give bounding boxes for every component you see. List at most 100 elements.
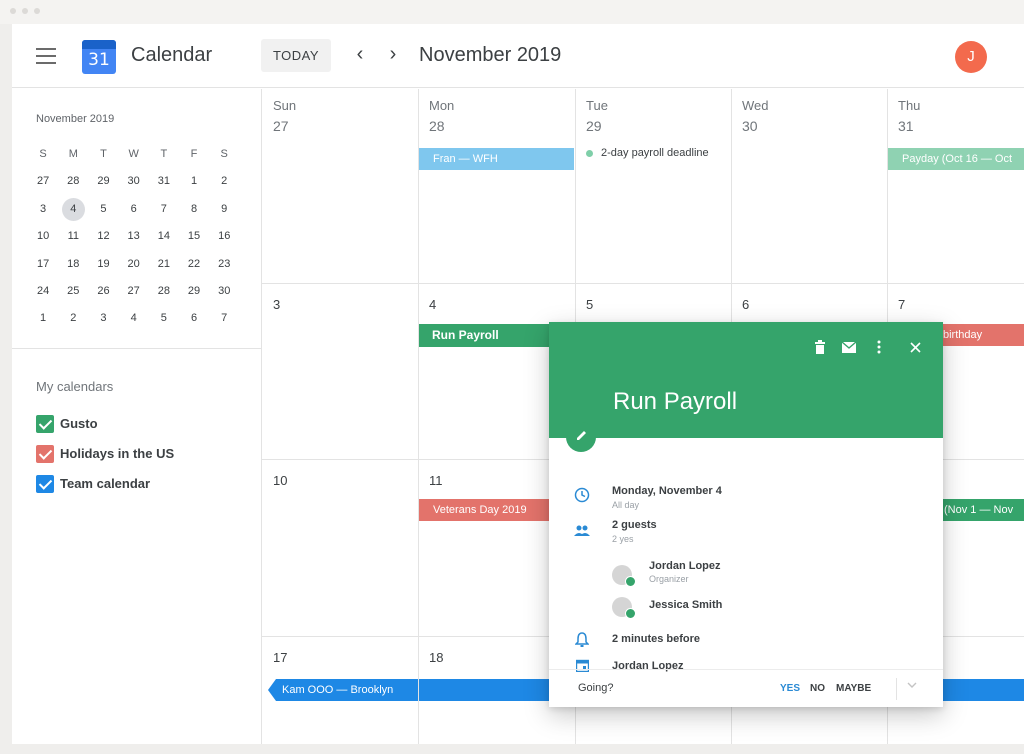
avatar[interactable]: J	[955, 41, 987, 73]
event-kam-ooo[interactable]: Kam OOO — Brooklyn	[268, 679, 418, 701]
mini-day[interactable]: 16	[209, 223, 239, 250]
day-number[interactable]: 10	[273, 473, 287, 488]
month-title: November 2019	[419, 44, 562, 66]
checkbox-checked-icon[interactable]	[36, 415, 54, 433]
rsvp-no-button[interactable]: NO	[810, 683, 825, 694]
day-number[interactable]: 30	[742, 118, 758, 134]
event-nov-range[interactable]: (Nov 1 — Nov	[942, 499, 1024, 521]
window-dot	[22, 8, 28, 14]
mini-day[interactable]: 13	[119, 223, 149, 250]
day-number[interactable]: 18	[429, 650, 443, 665]
mini-day[interactable]: 17	[28, 251, 58, 278]
mini-day[interactable]: 2	[209, 168, 239, 195]
today-button[interactable]: TODAY	[261, 39, 331, 72]
mini-day[interactable]: 5	[88, 196, 118, 223]
mini-day[interactable]: 29	[179, 278, 209, 305]
mini-day[interactable]: 31	[149, 168, 179, 195]
mini-day[interactable]: 28	[149, 278, 179, 305]
mini-day[interactable]: 11	[58, 223, 88, 250]
mini-day[interactable]: 23	[209, 251, 239, 278]
mini-day[interactable]: 10	[28, 223, 58, 250]
mini-day[interactable]: 28	[58, 168, 88, 195]
mini-day[interactable]: 6	[179, 305, 209, 332]
delete-icon[interactable]	[811, 340, 829, 358]
rsvp-yes-button[interactable]: YES	[780, 683, 800, 694]
mini-day[interactable]: 30	[209, 278, 239, 305]
mini-day[interactable]: 25	[58, 278, 88, 305]
checkbox-checked-icon[interactable]	[36, 445, 54, 463]
close-icon[interactable]	[906, 340, 924, 358]
mini-day[interactable]: 5	[149, 305, 179, 332]
prev-month-icon[interactable]: ‹	[350, 43, 370, 67]
mini-day[interactable]: 15	[179, 223, 209, 250]
mini-day[interactable]: 9	[209, 196, 239, 223]
window-dot	[34, 8, 40, 14]
day-number[interactable]: 27	[273, 118, 289, 134]
mini-day[interactable]: 6	[119, 196, 149, 223]
more-options-icon[interactable]	[870, 340, 888, 358]
mini-day[interactable]: 19	[88, 251, 118, 278]
mini-weekday: F	[190, 148, 198, 160]
guest-name[interactable]: Jessica Smith	[649, 599, 722, 611]
mini-day[interactable]: 12	[88, 223, 118, 250]
chevron-down-icon[interactable]	[907, 680, 917, 692]
day-number[interactable]: 29	[586, 118, 602, 134]
calendar-toggle-gusto[interactable]: Gusto	[36, 414, 236, 434]
mini-day[interactable]: 7	[209, 305, 239, 332]
mini-day-selected[interactable]: 4	[58, 196, 88, 223]
grid-line	[418, 89, 419, 744]
mini-day[interactable]: 27	[119, 278, 149, 305]
event-fran-wfh[interactable]: Fran — WFH	[419, 148, 574, 170]
mini-day[interactable]: 3	[28, 196, 58, 223]
event-date: Monday, November 4	[612, 485, 722, 497]
mini-day[interactable]: 2	[58, 305, 88, 332]
day-number[interactable]: 4	[429, 297, 436, 312]
checkbox-checked-icon[interactable]	[36, 475, 54, 493]
guests-icon	[573, 523, 591, 541]
day-number[interactable]: 7	[898, 297, 905, 312]
mini-day[interactable]: 20	[119, 251, 149, 278]
day-number[interactable]: 5	[586, 297, 593, 312]
popup-title: Run Payroll	[613, 388, 738, 415]
next-month-icon[interactable]: ›	[383, 43, 403, 67]
day-number[interactable]: 3	[273, 297, 280, 312]
guest-name[interactable]: Jordan Lopez	[649, 560, 721, 572]
mini-day[interactable]: 21	[149, 251, 179, 278]
edit-pencil-icon[interactable]	[566, 422, 596, 452]
day-number[interactable]: 17	[273, 650, 287, 665]
mini-day[interactable]: 1	[179, 168, 209, 195]
logo-day: 31	[88, 50, 110, 70]
mini-day[interactable]: 27	[28, 168, 58, 195]
mini-day[interactable]: 4	[119, 305, 149, 332]
day-number[interactable]: 28	[429, 118, 445, 134]
day-number[interactable]: 31	[898, 118, 914, 134]
mini-day[interactable]: 1	[28, 305, 58, 332]
event-payroll-deadline[interactable]: 2-day payroll deadline	[586, 147, 709, 159]
guest-avatar-icon	[612, 565, 636, 587]
event-payday[interactable]: Payday (Oct 16 — Oct	[888, 148, 1024, 170]
mini-day[interactable]: 7	[149, 196, 179, 223]
day-number[interactable]: 6	[742, 297, 749, 312]
mini-calendar: S M T W T F S 27 28 29 30 31 1 2 3 4 5 6 7 8 9 10 11 12 13 14 15 16…	[28, 141, 254, 333]
sidebar-divider	[12, 348, 261, 349]
day-number[interactable]: 11	[429, 473, 443, 488]
event-kam-ooo-continued[interactable]	[419, 679, 564, 701]
mini-day[interactable]: 30	[119, 168, 149, 195]
event-bar-continued[interactable]	[942, 679, 1024, 701]
mini-day[interactable]: 14	[149, 223, 179, 250]
event-birthday[interactable]: birthday	[939, 324, 1024, 346]
mini-day[interactable]: 29	[88, 168, 118, 195]
mini-day[interactable]: 18	[58, 251, 88, 278]
rsvp-maybe-button[interactable]: MAYBE	[836, 683, 871, 694]
mini-day[interactable]: 24	[28, 278, 58, 305]
mini-day[interactable]: 22	[179, 251, 209, 278]
calendar-toggle-team[interactable]: Team calendar	[36, 474, 236, 494]
main-menu-icon[interactable]	[36, 48, 56, 64]
calendar-toggle-holidays[interactable]: Holidays in the US	[36, 444, 236, 464]
event-veterans-day[interactable]: Veterans Day 2019	[419, 499, 559, 521]
accepted-check-icon	[625, 576, 636, 587]
mini-day[interactable]: 8	[179, 196, 209, 223]
email-icon[interactable]	[840, 340, 858, 358]
mini-day[interactable]: 26	[88, 278, 118, 305]
mini-day[interactable]: 3	[88, 305, 118, 332]
